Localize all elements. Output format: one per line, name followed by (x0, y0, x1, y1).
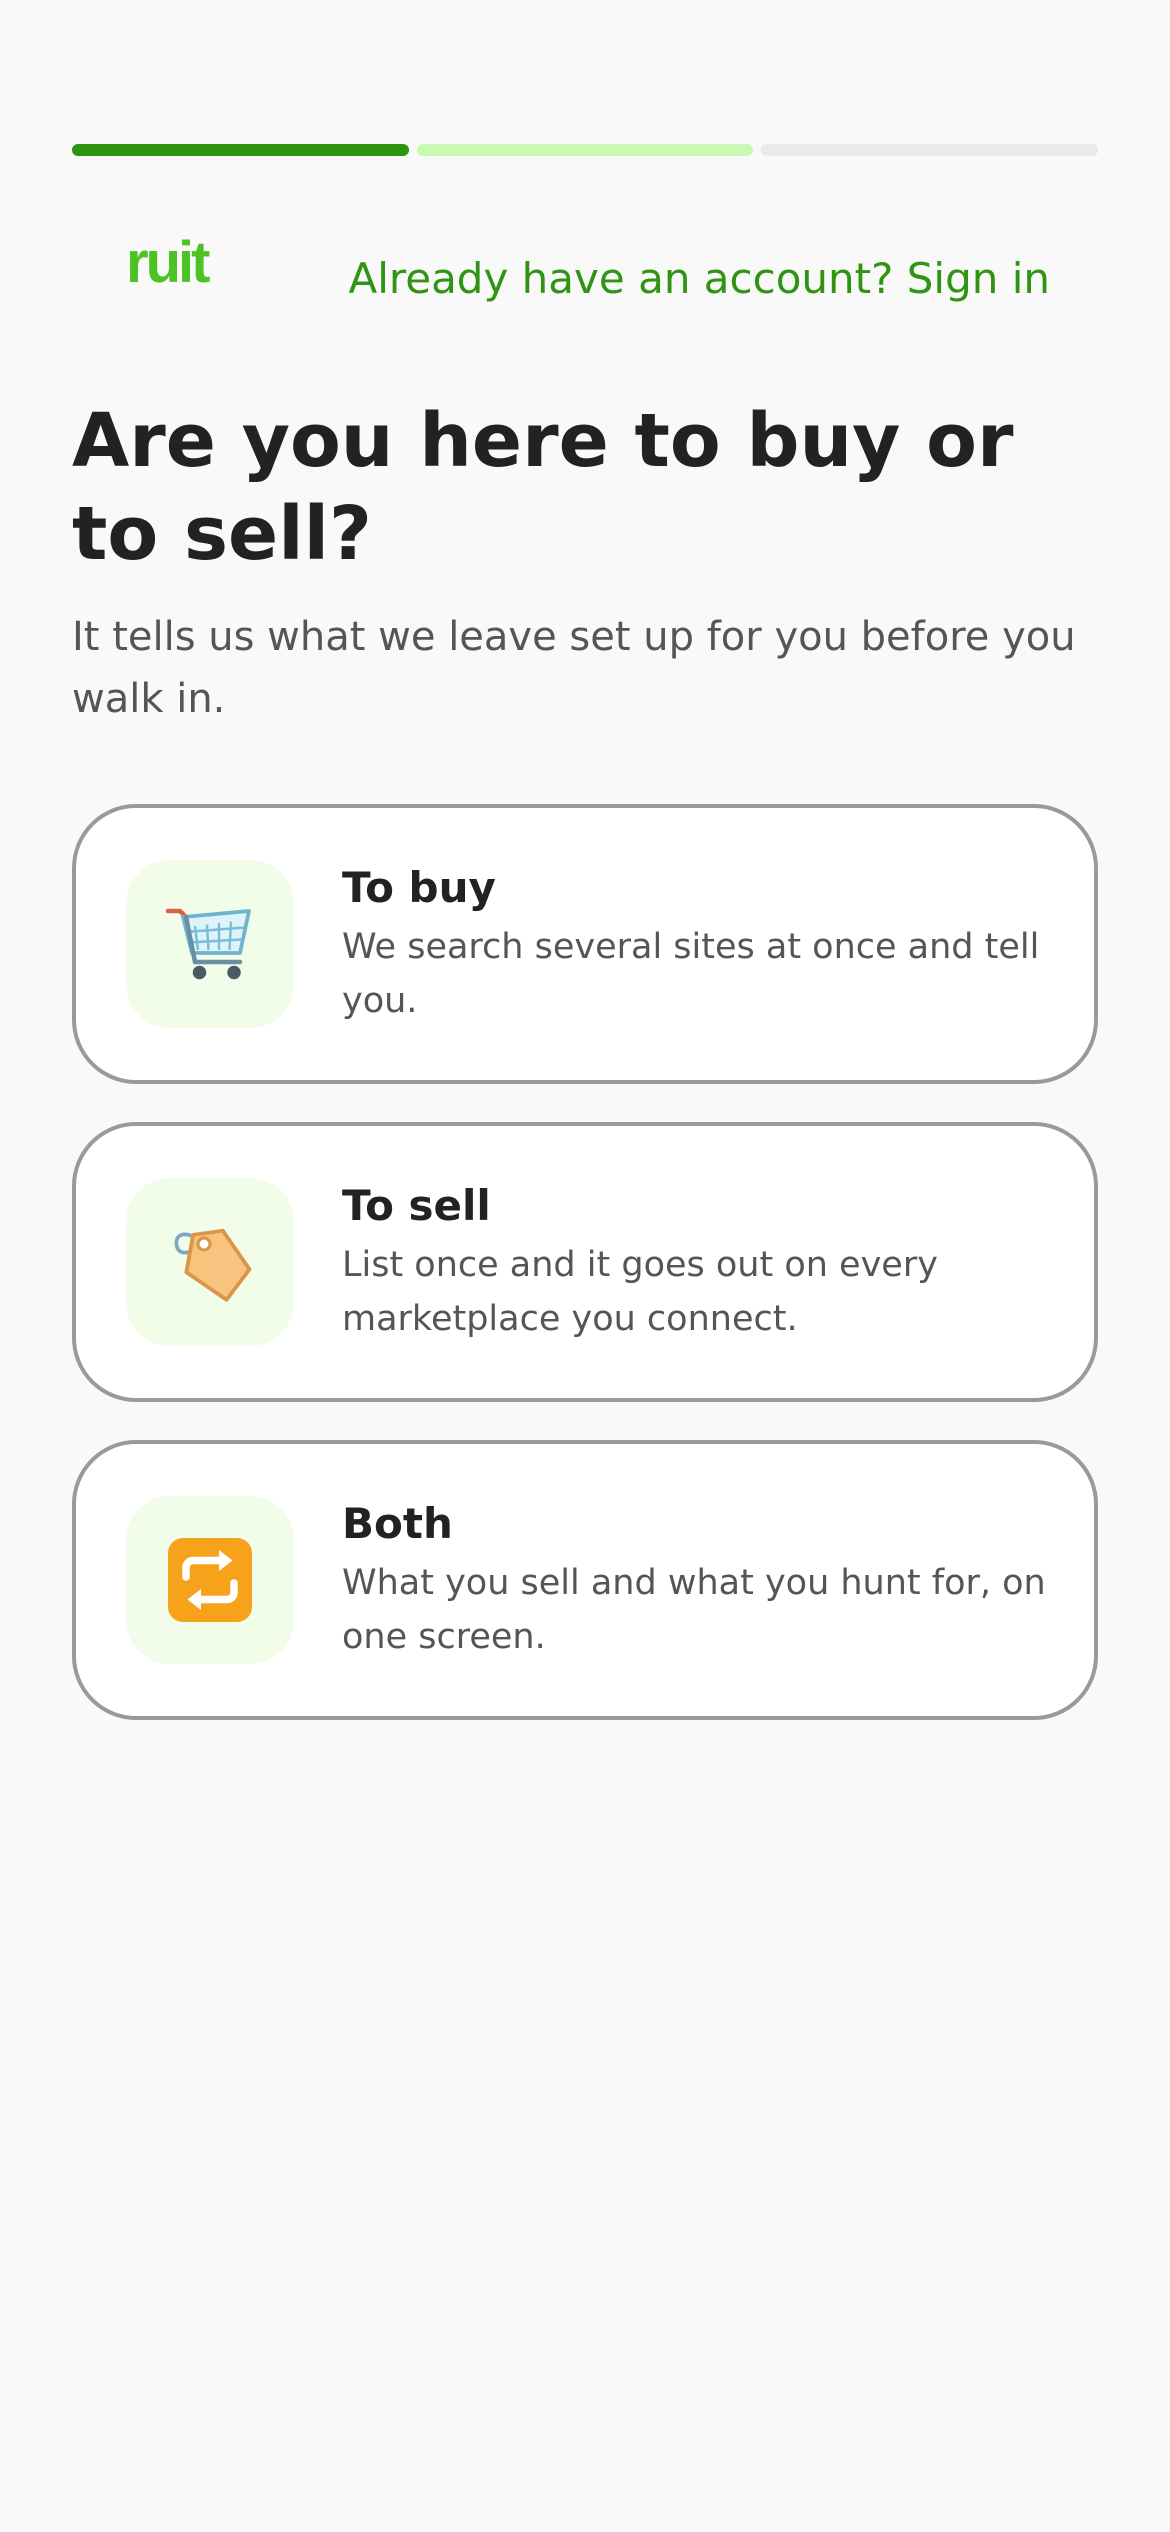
option-buy-description: We search several sites at once and tell… (342, 927, 1040, 1021)
progress-bar (72, 144, 1099, 156)
option-both-label: Both (342, 1499, 453, 1548)
page-subtitle: It tells us what we leave set up for you… (72, 614, 1076, 722)
option-sell-text: To sell List once and it goes out on eve… (342, 1178, 1054, 1346)
progress-step-2 (416, 144, 754, 156)
option-buy-text: To buy We search several sites at once a… (342, 860, 1054, 1028)
header: ruit Already have an account? Sign in (72, 228, 1098, 338)
brand-logo: ruit (126, 230, 210, 295)
option-both[interactable]: Both What you sell and what you hunt for… (72, 1440, 1098, 1720)
role-options: To buy We search several sites at once a… (72, 804, 1098, 1758)
option-buy[interactable]: To buy We search several sites at once a… (72, 804, 1098, 1084)
option-both-icon-container (126, 1496, 294, 1664)
progress-step-1 (72, 144, 409, 156)
option-sell-description: List once and it goes out on every marke… (342, 1245, 938, 1339)
page-title: Are you here to buy or to sell? (72, 398, 1014, 577)
price-tag-icon (174, 1228, 252, 1302)
repeat-arrows-icon (168, 1538, 252, 1622)
option-sell-icon-container (126, 1178, 294, 1346)
option-buy-icon-container (126, 860, 294, 1028)
progress-step-3 (761, 144, 1099, 156)
option-both-text: Both What you sell and what you hunt for… (342, 1496, 1054, 1664)
shopping-cart-icon (165, 908, 251, 980)
option-buy-label: To buy (342, 863, 496, 912)
option-sell-label: To sell (342, 1181, 491, 1230)
sign-in-link[interactable]: Already have an account? Sign in (348, 255, 1050, 302)
option-both-description: What you sell and what you hunt for, on … (342, 1563, 1046, 1657)
option-sell[interactable]: To sell List once and it goes out on eve… (72, 1122, 1098, 1402)
